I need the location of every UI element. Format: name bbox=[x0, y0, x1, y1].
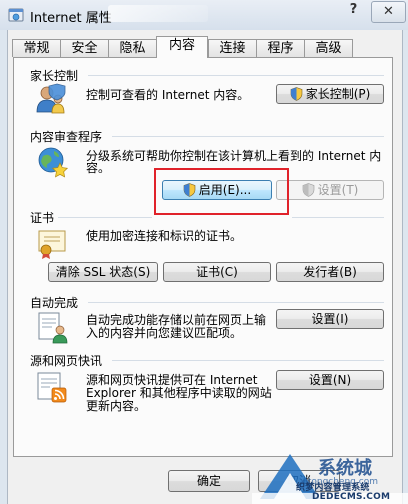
content-advisor-description-line1: 分级系统可帮助你控制在该计算机上看到的 Internet 内 bbox=[86, 149, 382, 163]
tab-programs[interactable]: 程序 bbox=[256, 39, 305, 57]
close-button[interactable]: ✕ bbox=[371, 1, 406, 23]
feeds-description-line1: 源和网页快讯提供可在 Internet bbox=[86, 373, 258, 387]
window-title: Internet 属性 bbox=[30, 11, 112, 26]
certificates-description: 使用加密连接和标识的证书。 bbox=[86, 229, 243, 243]
feeds-settings-button[interactable]: 设置(N) bbox=[276, 370, 384, 390]
internet-options-icon bbox=[8, 8, 24, 22]
tab-content[interactable]: 内容 bbox=[156, 36, 208, 58]
content-advisor-settings-label: 设置(T) bbox=[317, 183, 359, 197]
content-advisor-heading: 内容审查程序 bbox=[30, 130, 103, 144]
ok-button[interactable]: 确定 bbox=[168, 470, 250, 492]
autocomplete-settings-button[interactable]: 设置(I) bbox=[276, 309, 384, 329]
watermark-domain: DEDECMS.COM bbox=[312, 492, 391, 502]
annotation-highlight-box bbox=[154, 168, 289, 215]
tab-connections[interactable]: 连接 bbox=[208, 39, 257, 57]
clear-ssl-state-button[interactable]: 清除 SSL 状态(S) bbox=[48, 262, 158, 282]
help-button[interactable]: ? bbox=[341, 2, 366, 22]
divider bbox=[292, 217, 384, 218]
tab-general[interactable]: 常规 bbox=[12, 39, 61, 57]
parental-controls-icon bbox=[36, 83, 66, 114]
divider bbox=[112, 136, 384, 137]
content-advisor-description-line2: 容。 bbox=[86, 161, 111, 175]
divider bbox=[88, 75, 384, 76]
certificate-icon bbox=[38, 230, 66, 259]
tab-security[interactable]: 安全 bbox=[60, 39, 109, 57]
autocomplete-description-line1: 自动完成功能存储以前在网页上输 bbox=[86, 313, 267, 327]
autocomplete-heading: 自动完成 bbox=[30, 296, 79, 310]
feeds-heading: 源和网页快讯 bbox=[30, 354, 103, 368]
content-advisor-settings-button[interactable]: 设置(T) bbox=[276, 180, 384, 200]
feeds-icon bbox=[37, 372, 67, 403]
certificates-heading: 证书 bbox=[30, 211, 55, 225]
parental-controls-button[interactable]: 家长控制(P) bbox=[276, 84, 384, 104]
publishers-button[interactable]: 发行者(B) bbox=[276, 262, 384, 282]
feeds-description-line2: Explorer 和其他程序中读取的网站 bbox=[86, 386, 272, 400]
divider bbox=[112, 360, 384, 361]
content-advisor-icon bbox=[38, 147, 69, 178]
tab-advanced[interactable]: 高级 bbox=[304, 39, 353, 57]
title-blur bbox=[108, 5, 208, 22]
feeds-description-line3: 更新内容。 bbox=[86, 399, 147, 413]
autocomplete-icon bbox=[38, 312, 68, 344]
certificates-button[interactable]: 证书(C) bbox=[163, 262, 271, 282]
tab-privacy[interactable]: 隐私 bbox=[108, 39, 157, 57]
autocomplete-description-line2: 入的内容并向您建议匹配项。 bbox=[86, 326, 243, 340]
divider bbox=[58, 217, 152, 218]
title-bar: Internet 属性 ? ✕ bbox=[0, 0, 408, 30]
divider bbox=[88, 302, 384, 303]
uac-shield-icon bbox=[302, 183, 314, 197]
uac-shield-icon bbox=[290, 87, 302, 101]
parental-controls-button-label: 家长控制(P) bbox=[305, 87, 371, 101]
parental-controls-description: 控制可查看的 Internet 内容。 bbox=[86, 88, 250, 102]
